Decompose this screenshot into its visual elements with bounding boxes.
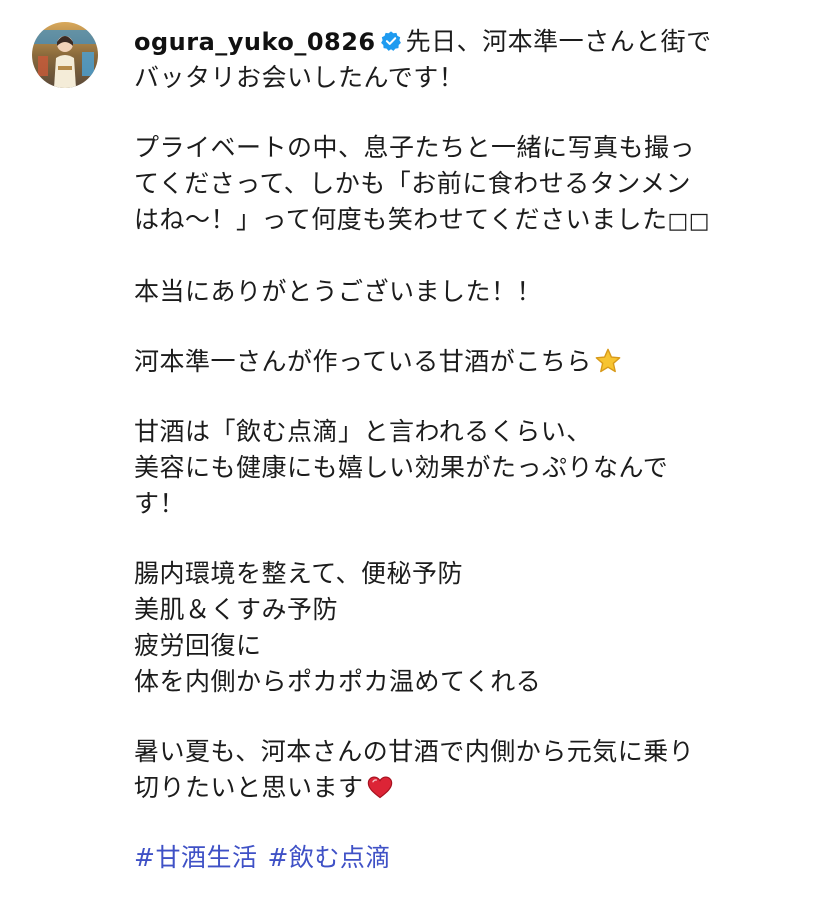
caption-text: ogura_yuko_0826 先日、河本準一さんと街で バッタリお会いしたんです… (134, 24, 794, 876)
hashtag-row: #甘酒生活 #飲む点滴 (134, 840, 794, 876)
avatar[interactable] (32, 22, 98, 88)
caption-line-9: 美容にも健康にも嬉しい効果がたっぷりなんで (134, 453, 669, 482)
caption-text-segment: 河本準一さんが作っている甘酒がこちら (134, 347, 592, 376)
caption-line-6: 本当にありがとうございました！！ (134, 277, 543, 306)
heart-emoji-icon (367, 776, 392, 799)
hashtag-link[interactable]: #飲む点滴 (267, 843, 390, 872)
list-item: 腸内環境を整えて、便秘予防 (134, 559, 464, 588)
caption-text-segment: 先日、河本準一さんと街で (405, 27, 712, 56)
list-item: 疲労回復に (134, 631, 262, 660)
caption-line-2: バッタリお会いしたんです！ (134, 63, 465, 92)
star-emoji-icon (595, 348, 621, 373)
hashtag-link[interactable]: #甘酒生活 (134, 843, 257, 872)
caption-line-4: てくださって、しかも「お前に食わせるタンメン (134, 169, 692, 198)
caption-line-15: 暑い夏も、河本さんの甘酒で内側から元気に乗り (134, 737, 695, 766)
caption-line-5: はね〜！」って何度も笑わせてくださいました□□ (134, 202, 794, 240)
profile-photo-icon (32, 22, 98, 88)
instagram-post-caption: ogura_yuko_0826 先日、河本準一さんと街で バッタリお会いしたんです… (0, 0, 814, 902)
caption-line-10: す！ (134, 489, 186, 518)
caption-line-8: 甘酒は「飲む点滴」と言われるくらい、 (134, 417, 592, 446)
caption-line-3: プライベートの中、息子たちと一緒に写真も撮っ (134, 133, 696, 162)
list-item: 体を内側からポカポカ温めてくれる (134, 667, 542, 696)
caption-line-7: 河本準一さんが作っている甘酒がこちら (134, 344, 794, 380)
caption-line-1: ogura_yuko_0826 先日、河本準一さんと街で (134, 24, 794, 60)
verified-badge-icon (380, 31, 401, 51)
caption-line-16: 切りたいと思います (134, 770, 794, 806)
caption-text-segment: 切りたいと思います (134, 773, 364, 802)
caption-text-segment: はね〜！」って何度も笑わせてくださいました (134, 205, 668, 234)
list-item: 美肌＆くすみ予防 (134, 595, 339, 624)
missing-emoji-glyph: □□ (667, 209, 711, 234)
username-link[interactable]: ogura_yuko_0826 (134, 28, 376, 56)
